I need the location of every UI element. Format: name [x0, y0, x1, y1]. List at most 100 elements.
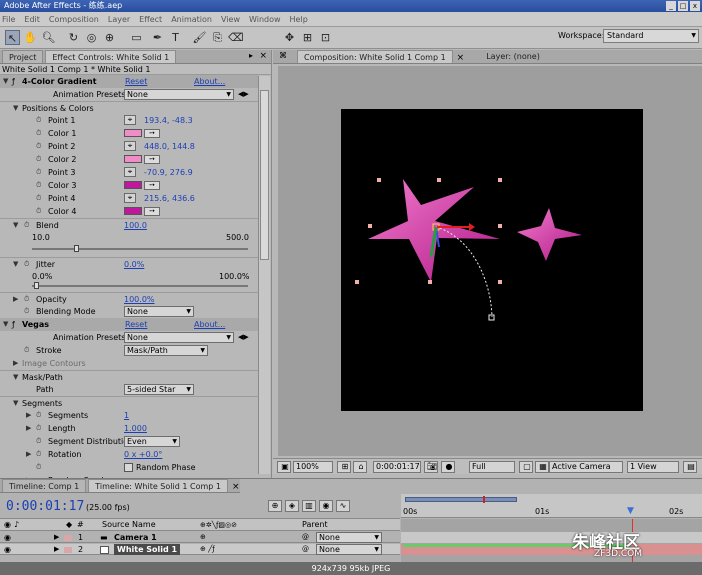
camera-select[interactable]: Active Camera	[549, 461, 623, 473]
expand-triangle-icon[interactable]: ▶	[54, 532, 59, 543]
shy-switch-icon[interactable]: ⊕	[200, 532, 206, 543]
color2-swatch[interactable]	[124, 155, 142, 163]
stopwatch-icon[interactable]: ⏱	[36, 166, 41, 179]
comp-timecode[interactable]: 0:00:01:17	[373, 461, 421, 473]
visibility-eye-icon[interactable]: ◉	[4, 532, 11, 543]
stopwatch-icon[interactable]: ⏱	[36, 448, 41, 461]
point1-value[interactable]: 193.4, -48.3	[144, 114, 193, 127]
menu-window[interactable]: Window	[249, 15, 281, 24]
region-of-interest-icon[interactable]: ▢	[519, 461, 533, 473]
random-phase-checkbox[interactable]	[124, 463, 133, 472]
tab-composition[interactable]: Composition: White Solid 1 Comp 1	[297, 50, 453, 63]
length-value[interactable]: 1.000	[124, 422, 147, 435]
stopwatch-icon[interactable]: ⏱	[36, 422, 41, 435]
motion-keyframe[interactable]	[488, 314, 495, 321]
pen-tool-icon[interactable]: ✒	[150, 30, 165, 45]
collapse-triangle-icon[interactable]: ▼	[3, 75, 8, 88]
effect-controls-scrollbar[interactable]	[258, 76, 270, 474]
menu-composition[interactable]: Composition	[49, 15, 99, 24]
eyedropper-icon[interactable]: ➙	[144, 129, 160, 138]
collapse-triangle-icon[interactable]: ▼	[3, 318, 8, 331]
view-axis-icon[interactable]: ⊡	[318, 30, 333, 45]
segments-value[interactable]: 1	[124, 409, 129, 422]
current-time-display[interactable]: 0:00:01:17	[6, 499, 84, 514]
playhead-icon[interactable]: ▼	[627, 506, 634, 516]
rotate-tool-icon[interactable]: ↻	[66, 30, 81, 45]
distribution-select[interactable]: Even	[124, 436, 180, 447]
fx1-presets-select[interactable]: None	[124, 89, 234, 100]
stopwatch-icon[interactable]: ⏱	[36, 409, 41, 422]
motion-blur-icon[interactable]: ◉	[319, 500, 333, 512]
fx1-reset-link[interactable]: Reset	[125, 75, 147, 88]
table-row[interactable]: ◉ ▶ 1 ▬ Camera 1 ⊕ @ None	[0, 532, 400, 543]
menu-file[interactable]: File	[2, 15, 15, 24]
color3-swatch[interactable]	[124, 181, 142, 189]
fx2-reset-link[interactable]: Reset	[125, 318, 147, 331]
tab-timeline-white-solid[interactable]: Timeline: White Solid 1 Comp 1	[88, 479, 228, 492]
fx-enable-icon[interactable]: ƒ	[12, 318, 15, 331]
fx2-presets-select[interactable]: None	[124, 332, 234, 343]
parent-select[interactable]: None	[316, 544, 382, 555]
menu-view[interactable]: View	[221, 15, 240, 24]
expand-triangle-icon[interactable]: ▶	[54, 544, 59, 555]
layer-label-color[interactable]	[64, 547, 72, 553]
stopwatch-icon[interactable]: ⏱	[36, 192, 41, 205]
view-layout-select[interactable]: 1 View	[627, 461, 679, 473]
stopwatch-icon[interactable]: ⏱	[36, 140, 41, 153]
layer-name[interactable]: White Solid 1	[114, 544, 181, 555]
world-axis-icon[interactable]: ⊞	[300, 30, 315, 45]
segments-triangle-icon[interactable]: ▶	[26, 409, 31, 422]
blending-select[interactable]: None	[124, 306, 194, 317]
mask-view-icon[interactable]: ⌂	[353, 461, 367, 473]
point2-crosshair-icon[interactable]: ⌖	[124, 141, 136, 151]
zoom-tool-icon[interactable]: 🔍︎	[41, 30, 56, 45]
fx1-about-link[interactable]: About...	[194, 75, 225, 88]
menu-help[interactable]: Help	[290, 15, 308, 24]
point1-crosshair-icon[interactable]: ⌖	[124, 115, 136, 125]
layer-name[interactable]: Camera 1	[114, 532, 157, 543]
stopwatch-icon[interactable]: ⏱	[36, 179, 41, 192]
close-tab-icon[interactable]: ×	[228, 482, 244, 492]
local-axis-icon[interactable]: ✥	[282, 30, 297, 45]
point2-value[interactable]: 448.0, 144.8	[144, 140, 195, 153]
eraser-tool-icon[interactable]: ⌫	[228, 30, 244, 45]
selection-tool-icon[interactable]: ↖	[5, 30, 20, 45]
stopwatch-icon[interactable]: ⏱	[24, 344, 29, 357]
stroke-select[interactable]: Mask/Path	[124, 345, 208, 356]
length-triangle-icon[interactable]: ▶	[26, 422, 31, 435]
grid-icon[interactable]: ▣	[277, 461, 291, 473]
brush-tool-icon[interactable]: 🖌︎	[192, 30, 207, 45]
contours-triangle-icon[interactable]: ▶	[13, 357, 18, 370]
stopwatch-icon[interactable]: ⏱	[36, 153, 41, 166]
transparency-grid-icon[interactable]: ▦	[535, 461, 549, 473]
graph-editor-icon[interactable]: ∿	[336, 500, 350, 512]
close-tab-icon[interactable]: ×	[453, 53, 469, 63]
color4-swatch[interactable]	[124, 207, 142, 215]
visibility-eye-icon[interactable]: ◉	[4, 544, 11, 555]
stopwatch-icon[interactable]: ⏱	[36, 205, 41, 218]
eyedropper-icon[interactable]: ➙	[144, 155, 160, 164]
point3-value[interactable]: -70.9, 276.9	[144, 166, 193, 179]
safe-zones-icon[interactable]: ⊞	[337, 461, 351, 473]
snapshot-icon[interactable]: 📷︎	[424, 461, 438, 473]
eyedropper-icon[interactable]: ➙	[144, 207, 160, 216]
workspace-select[interactable]: Standard	[603, 29, 699, 43]
parent-select[interactable]: None	[316, 532, 382, 543]
table-row[interactable]: ◉ ▶ 2 White Solid 1 ⊕ ╱ƒ @ None	[0, 544, 400, 555]
fx1-blend-slider[interactable]	[0, 242, 258, 255]
pickwhip-icon[interactable]: @	[302, 532, 309, 543]
pickwhip-icon[interactable]: @	[302, 544, 309, 555]
stopwatch-icon[interactable]: ⏱	[36, 435, 41, 448]
lock-icon[interactable]: ⌘	[279, 51, 287, 60]
layer-label-color[interactable]	[64, 535, 72, 541]
menu-edit[interactable]: Edit	[24, 15, 40, 24]
color1-swatch[interactable]	[124, 129, 142, 137]
scrollbar-thumb[interactable]	[260, 90, 269, 260]
maximize-button[interactable]: □	[678, 1, 688, 11]
fx1-jitter-slider[interactable]	[0, 279, 258, 292]
point4-crosshair-icon[interactable]: ⌖	[124, 193, 136, 203]
comp-flowchart-icon[interactable]: ⊕	[268, 500, 282, 512]
hand-tool-icon[interactable]: ✋	[23, 30, 38, 45]
stopwatch-icon[interactable]: ⏱	[36, 127, 41, 140]
rotation-triangle-icon[interactable]: ▶	[26, 448, 31, 461]
